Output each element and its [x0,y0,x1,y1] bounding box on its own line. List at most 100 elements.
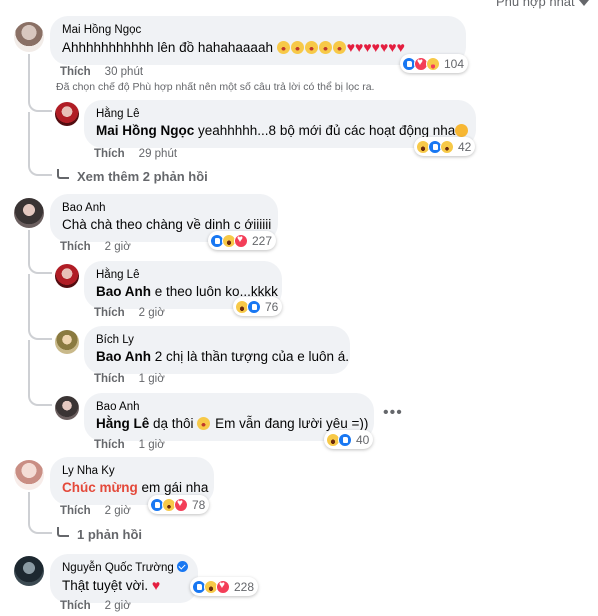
grin-emoji-icon [332,41,346,54]
comment-author[interactable]: Bao Anh [62,201,266,216]
heart-emoji-icon: ♥ [388,39,397,55]
avatar[interactable] [55,102,79,126]
love-reaction-icon [216,579,230,594]
care-reaction-icon [426,56,440,71]
reaction-count: 78 [192,497,206,512]
like-button[interactable]: Thích [60,241,91,253]
view-replies-button[interactable]: 1 phản hồi [57,527,142,542]
like-reaction-icon [338,432,352,447]
reaction-count: 228 [234,579,255,594]
heart-emoji-icon: ♥ [346,39,356,55]
filter-notice: Đã chọn chế độ Phù hợp nhất nên một số c… [56,81,375,93]
like-reaction-icon [247,299,261,314]
love-reaction-icon [174,497,188,512]
avatar[interactable] [14,198,44,228]
reaction-summary[interactable]: 78 [148,495,210,514]
comment-author[interactable]: Bao Anh [96,400,362,415]
reaction-count: 227 [252,233,273,248]
verified-badge-icon [176,561,188,572]
comment-time[interactable]: 1 giờ [139,439,165,451]
heart-emoji-icon: ♥ [151,577,161,593]
comment-time[interactable]: 2 giờ [105,505,131,517]
reply-arrow-icon [57,169,69,179]
love-reaction-icon [234,233,248,248]
reaction-count: 104 [444,56,465,71]
thread-connector [28,492,52,534]
comment-author[interactable]: Hằng Lê [96,107,464,122]
reaction-summary[interactable]: 42 [414,137,476,156]
thread-connector [28,274,52,340]
comment-time[interactable]: 29 phút [139,148,177,160]
comment-time[interactable]: 30 phút [105,66,143,78]
like-button[interactable]: Thích [94,307,125,319]
chevron-down-icon [578,0,589,6]
like-button[interactable]: Thích [60,505,91,517]
more-options-icon[interactable]: ••• [383,404,403,422]
reaction-summary[interactable]: 227 [208,231,277,250]
comment-author[interactable]: Ly Nha Ky [62,464,202,479]
comment-meta: Thích 1 giờ [94,373,165,385]
avatar[interactable] [14,556,44,586]
thread-connector [28,230,52,274]
comment-text: Hằng Lê dạ thôi Em vẫn đang lười yêu =)) [96,416,369,431]
mention-link[interactable]: Bao Anh [96,284,151,299]
reaction-count: 76 [265,299,279,314]
comment-author[interactable]: Nguyễn Quốc Trường [62,561,188,576]
reaction-summary[interactable]: 104 [400,54,469,73]
wow-reaction-icon [440,139,454,154]
comment-time[interactable]: 2 giờ [139,307,165,319]
like-button[interactable]: Thích [94,148,125,160]
avatar[interactable] [14,460,44,490]
highlighted-text: Chúc mừng [62,480,138,495]
reaction-summary[interactable]: 76 [233,297,283,316]
comment-meta: Thích 2 giờ [60,505,131,517]
comment-meta: Thích 1 giờ [94,439,165,451]
heart-emoji-icon: ♥ [396,39,405,55]
comment-author[interactable]: Bích Ly [96,333,338,348]
comment-meta: Thích 2 giờ [60,600,131,612]
heart-emoji-icon: ♥ [363,39,372,55]
like-button[interactable]: Thích [60,66,91,78]
avatar[interactable] [55,330,79,354]
avatar[interactable] [55,396,79,420]
laughing-emoji-icon [455,124,469,137]
comment-text: Ahhhhhhhhhhh lên đồ hahahaaaah ♥♥♥♥♥♥♥ [62,39,405,55]
comment-meta: Thích 29 phút [94,148,177,160]
avatar[interactable] [14,22,44,52]
like-button[interactable]: Thích [94,373,125,385]
comment-text: Thật tuyệt vời. ♥ [62,577,161,593]
reaction-count: 42 [458,139,472,154]
sad-emoji-icon [197,417,211,430]
avatar[interactable] [55,264,79,288]
like-button[interactable]: Thích [94,439,125,451]
thread-connector [28,54,52,112]
view-more-replies-button[interactable]: Xem thêm 2 phản hồi [57,169,208,184]
comment-author[interactable]: Hằng Lê [96,268,270,283]
comment-author[interactable]: Mai Hồng Ngọc [62,23,454,38]
sort-dropdown[interactable]: Phù hợp nhất [496,0,589,9]
comment-time[interactable]: 1 giờ [139,373,165,385]
thread-connector [28,112,52,176]
comment-meta: Thích 2 giờ [60,241,131,253]
comment-time[interactable]: 2 giờ [105,600,131,612]
grin-emoji-icon [276,41,290,54]
reaction-count: 40 [356,432,370,447]
comment-bubble: Bích Ly Bao Anh 2 chị là thần tượng của … [84,326,350,374]
comment-time[interactable]: 2 giờ [105,241,131,253]
like-button[interactable]: Thích [60,600,91,612]
comment-meta: Thích 30 phút [60,66,143,78]
heart-emoji-icon: ♥ [371,39,380,55]
mention-link[interactable]: Hằng Lê [96,416,149,431]
reaction-summary[interactable]: 228 [190,577,259,596]
reaction-summary[interactable]: 40 [324,430,374,449]
mention-link[interactable]: Mai Hồng Ngọc [96,123,194,138]
comment-meta: Thích 2 giờ [94,307,165,319]
comment-text: Mai Hồng Ngọc yeahhhhh...8 bộ mới đủ các… [96,122,469,140]
grin-emoji-icon [304,41,318,54]
grin-emoji-icon [318,41,332,54]
grin-emoji-icon [290,41,304,54]
sort-dropdown-label: Phù hợp nhất [496,0,575,9]
comment-text: Bao Anh 2 chị là thần tượng của e luôn á… [96,349,350,364]
mention-link[interactable]: Bao Anh [96,349,151,364]
comment-bubble: Nguyễn Quốc Trường Thật tuyệt vời. ♥ [50,554,198,603]
